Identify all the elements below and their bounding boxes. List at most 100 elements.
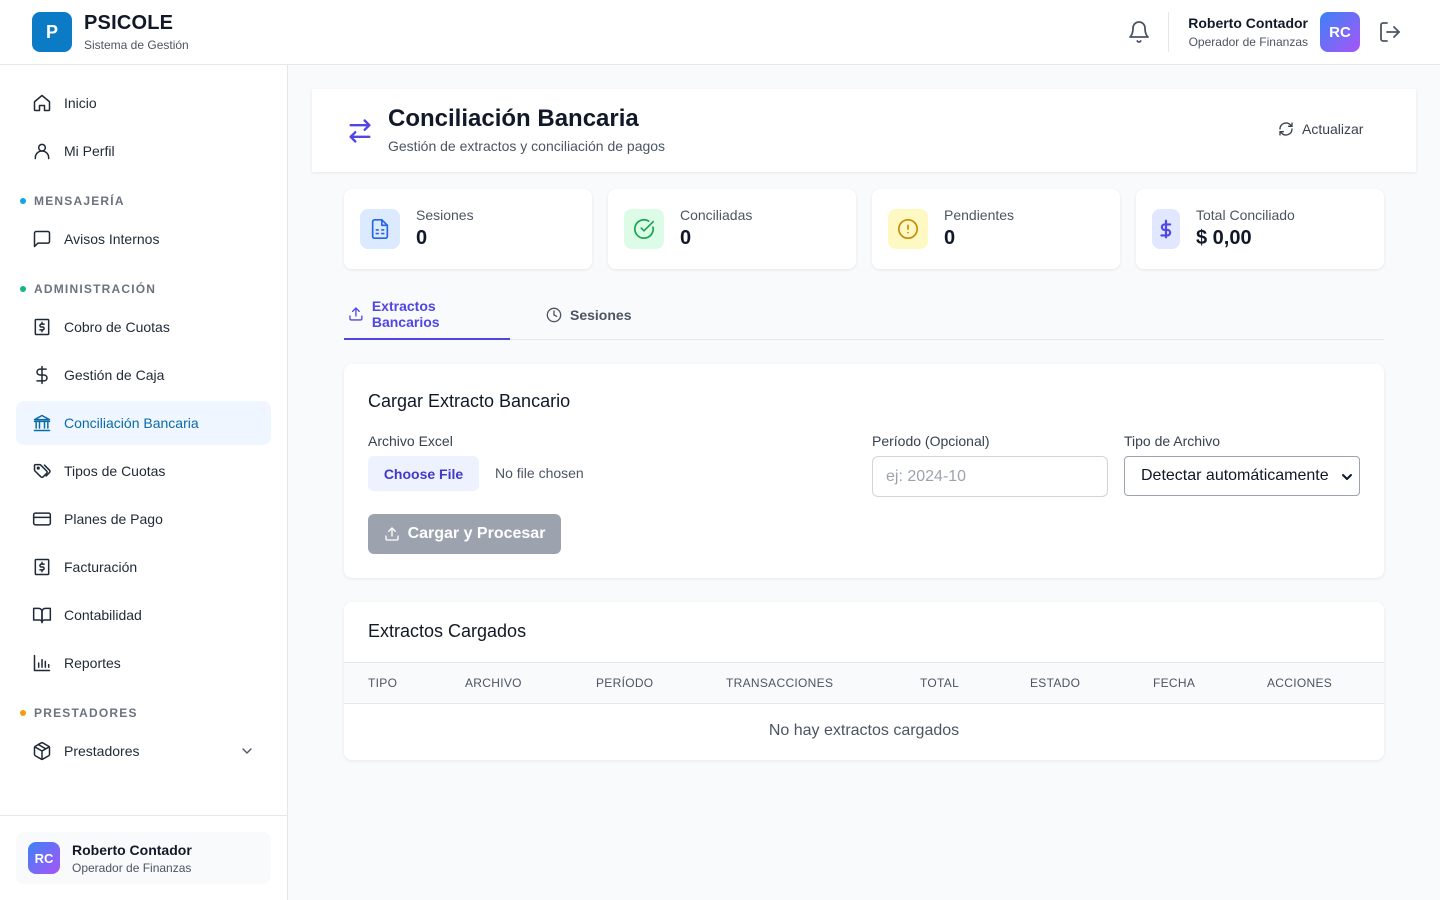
check-circle-icon [634,218,654,239]
file-type-select[interactable]: Detectar automáticamente [1124,456,1360,496]
sidebar-item-label: Prestadores [64,743,140,759]
column-header-fecha: FECHA [1153,676,1196,690]
refresh-label: Actualizar [1302,121,1364,137]
section-mensajeria: MENSAJERÍA [20,194,125,208]
stat-icon-box [1152,209,1180,249]
stat-label: Sesiones [416,207,474,223]
tags-icon [33,463,51,479]
user-icon [34,143,50,160]
upload-process-label: Cargar y Procesar [407,525,546,542]
sidebar-item-label: Facturación [64,559,138,575]
user-card-name: Roberto Contador [72,842,192,858]
choose-file-button[interactable]: Choose File [368,456,479,491]
bar-chart-icon [33,654,51,672]
package-icon [33,741,51,761]
stat-label: Total Conciliado [1196,207,1295,223]
stat-card-conciliadas: Conciliadas 0 [608,189,856,269]
bank-icon [33,414,51,432]
bell-icon[interactable] [1127,20,1151,44]
tab-extractos-bancarios[interactable]: Extractos Bancarios [344,290,510,340]
alert-circle-icon [898,219,918,239]
refresh-button[interactable]: Actualizar [1278,121,1363,137]
stat-card-total-conciliado: Total Conciliado $ 0,00 [1136,189,1384,269]
brand-subtitle: Sistema de Gestión [84,38,189,52]
sidebar-item-mi-perfil[interactable]: Mi Perfil [16,129,271,173]
user-card-role: Operador de Finanzas [72,861,192,875]
stat-icon-box [888,209,928,249]
header-user-role: Operador de Finanzas [1188,35,1308,49]
column-header-periodo: PERÍODO [596,676,654,690]
upload-card: Cargar Extracto Bancario Archivo Excel C… [344,364,1384,578]
tab-sesiones[interactable]: Sesiones [542,290,635,339]
sidebar-item-cobro-de-cuotas[interactable]: Cobro de Cuotas [16,305,271,349]
dollar-sign-icon [1160,219,1172,239]
file-status: No file chosen [495,465,584,481]
logout-icon[interactable] [1378,20,1402,44]
sidebar-item-tipos-de-cuotas[interactable]: Tipos de Cuotas [16,449,271,493]
message-icon [33,230,51,248]
chevron-down-icon [1341,471,1353,483]
file-label: Archivo Excel [368,433,453,449]
receipt-icon [34,318,50,336]
section-label: ADMINISTRACIÓN [34,282,157,296]
upload-process-button[interactable]: Cargar y Procesar [368,514,561,554]
column-header-total: TOTAL [920,676,960,690]
header-avatar[interactable]: RC [1320,12,1360,52]
user-card[interactable]: RC Roberto Contador Operador de Finanzas [16,832,271,884]
sidebar: Inicio Mi Perfil MENSAJERÍA Avisos Inter… [0,65,288,900]
page-title: Conciliación Bancaria [388,105,639,132]
sidebar-item-prestadores[interactable]: Prestadores [16,729,271,773]
app-logo[interactable]: P [32,12,72,52]
upload-icon [349,307,363,321]
stat-card-pendientes: Pendientes 0 [872,189,1120,269]
sidebar-item-label: Inicio [64,95,97,111]
stat-label: Pendientes [944,207,1015,223]
avatar: RC [28,842,60,874]
column-header-acciones: ACCIONES [1267,676,1333,690]
section-label: MENSAJERÍA [34,194,125,208]
header-divider [1168,12,1169,52]
sidebar-item-label: Planes de Pago [64,511,163,527]
sidebar-item-label: Contabilidad [64,607,142,623]
sidebar-item-label: Conciliación Bancaria [64,415,199,431]
stat-label: Conciliadas [680,207,753,223]
header-user-name: Roberto Contador [1188,15,1308,31]
refresh-icon [1279,122,1293,136]
file-type-label: Tipo de Archivo [1124,433,1220,449]
period-input[interactable]: ej: 2024-10 [872,456,1108,497]
section-administracion: ADMINISTRACIÓN [20,282,156,296]
sidebar-item-contabilidad[interactable]: Contabilidad [16,593,271,637]
extracts-table-title: Extractos Cargados [368,621,527,641]
stat-value: 0 [680,227,692,249]
sidebar-item-label: Tipos de Cuotas [64,463,166,479]
sidebar-item-label: Cobro de Cuotas [64,319,170,335]
stat-value: $ 0,00 [1196,227,1252,249]
sidebar-item-conciliacion-bancaria[interactable]: Conciliación Bancaria [16,401,271,445]
column-header-tipo: TIPO [368,676,398,690]
tab-bar: Extractos Bancarios Sesiones [344,290,1384,340]
sidebar-item-reportes[interactable]: Reportes [16,641,271,685]
section-prestadores: PRESTADORES [20,706,138,720]
stat-icon-box [624,209,664,249]
sidebar-item-label: Gestión de Caja [64,367,165,383]
file-type-value: Detectar automáticamente [1141,467,1329,484]
stat-icon-box [360,209,400,249]
column-header-archivo: ARCHIVO [465,676,522,690]
sidebar-item-avisos-internos[interactable]: Avisos Internos [16,217,271,261]
clock-icon [546,307,562,322]
sidebar-item-inicio[interactable]: Inicio [16,81,271,125]
chevron-down-icon[interactable] [239,743,255,759]
sidebar-footer: RC Roberto Contador Operador de Finanzas [0,815,287,900]
sidebar-item-gestion-de-caja[interactable]: Gestión de Caja [16,353,271,397]
sidebar-item-facturacion[interactable]: Facturación [16,545,271,589]
table-header: TIPO ARCHIVO PERÍODO TRANSACCIONES TOTAL… [344,662,1384,704]
stat-value: 0 [416,227,428,249]
transfer-arrows-icon [349,119,371,143]
stat-value: 0 [944,227,956,249]
tab-label: Sesiones [570,306,632,323]
section-label: PRESTADORES [34,706,138,720]
sidebar-item-planes-de-pago[interactable]: Planes de Pago [16,497,271,541]
column-header-transacciones: TRANSACCIONES [726,676,834,690]
brand-name: PSICOLE [84,12,174,34]
sidebar-item-label: Mi Perfil [64,143,115,159]
